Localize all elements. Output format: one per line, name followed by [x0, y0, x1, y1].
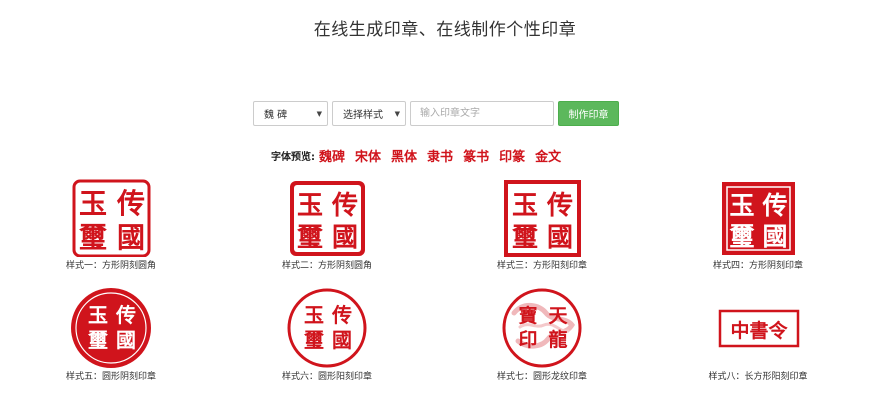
seal-char: 國 [332, 328, 352, 352]
font-sample-yinzhuan[interactable]: 印篆 [499, 146, 525, 165]
seal-char: 玉 [297, 191, 323, 221]
seal-caption: 样式三：方形阳刻印章 [496, 261, 587, 271]
seal-style-3[interactable]: 传 國 玉 璽 样式三：方形阳刻印章 [462, 172, 622, 282]
round-dragon-seal-image: 天 龍 寶 印 [502, 288, 582, 368]
make-seal-button[interactable]: 制作印章 [558, 101, 619, 126]
seal-char: 龍 [548, 328, 567, 351]
seal-char: 传 [331, 303, 352, 327]
seal-char: 玉 [304, 303, 324, 327]
font-preview-label: 字体预览: [271, 151, 315, 163]
seal-char: 國 [117, 221, 145, 254]
seal-char: 璽 [729, 222, 754, 251]
seal-caption: 样式七：圆形龙纹印章 [496, 372, 587, 382]
seal-char: 印 [518, 329, 537, 351]
seal-char: 传 [331, 191, 358, 221]
seal-char: 璽 [303, 328, 324, 352]
seal-char: 寶 [518, 304, 537, 327]
style-select-value: 选择样式 [343, 110, 383, 121]
seal-caption: 样式一：方形阴刻圆角 [65, 261, 156, 271]
square-rounded-seal-image: 传 國 玉 璽 [290, 181, 365, 256]
seal-char: 传 [116, 187, 145, 220]
round-relief-seal-image: 传 國 玉 璽 [287, 288, 367, 368]
seal-char: 璽 [512, 223, 538, 253]
font-preview: 字体预览: 魏碑 宋体 黑体 隶书 篆书 印篆 金文 [271, 145, 571, 165]
seal-char: 國 [332, 223, 358, 253]
seal-text-input[interactable] [410, 101, 554, 126]
seal-caption: 样式四：方形阴刻印章 [712, 261, 803, 271]
font-sample-lishu[interactable]: 隶书 [427, 146, 453, 165]
seal-style-8[interactable]: 中書令 样式八：长方形阳刻印章 [678, 283, 838, 393]
seal-char: 传 [115, 303, 136, 327]
page-title: 在线生成印章、在线制作个性印章 [313, 20, 577, 40]
font-sample-weibei[interactable]: 魏碑 [319, 146, 345, 165]
seal-char: 國 [762, 222, 787, 251]
seal-char: 传 [761, 191, 787, 220]
font-sample-songti[interactable]: 宋体 [355, 146, 381, 165]
square-rounded-seal-image: 传 國 玉 璽 [72, 179, 151, 257]
seal-char: 传 [546, 191, 573, 221]
seal-style-6[interactable]: 传 國 玉 璽 样式六：圆形阳刻印章 [247, 283, 407, 393]
seal-char: 玉 [512, 191, 538, 221]
seal-caption: 样式五：圆形阴刻印章 [65, 372, 156, 382]
square-intaglio-seal-image: 传 國 玉 璽 [722, 182, 795, 255]
seal-style-4[interactable]: 传 國 玉 璽 样式四：方形阴刻印章 [678, 172, 838, 282]
seal-char: 國 [547, 223, 573, 253]
seal-style-7[interactable]: 天 龍 寶 印 样式七：圆形龙纹印章 [462, 283, 622, 393]
chevron-down-icon: ▼ [394, 109, 400, 118]
style-select[interactable]: 选择样式 ▼ [332, 101, 406, 126]
seal-char: 玉 [88, 303, 108, 327]
seal-style-2[interactable]: 传 國 玉 璽 样式二：方形阴刻圆角 [247, 172, 407, 282]
seal-toolbar: 魏 碑 ▼ 选择样式 ▼ 制作印章 [253, 101, 619, 126]
seal-char: 璽 [87, 328, 108, 352]
seal-caption: 样式八：长方形阳刻印章 [708, 372, 808, 382]
font-select[interactable]: 魏 碑 ▼ [253, 101, 328, 126]
font-sample-zhuanshu[interactable]: 篆书 [463, 146, 489, 165]
font-sample-heiti[interactable]: 黑体 [391, 146, 417, 165]
font-sample-jinwen[interactable]: 金文 [535, 146, 561, 165]
seal-style-5[interactable]: 传 國 玉 璽 样式五：圆形阴刻印章 [31, 283, 191, 393]
rectangle-relief-seal-image: 中書令 [718, 309, 800, 348]
seal-char: 玉 [79, 187, 107, 220]
font-select-value: 魏 碑 [264, 110, 288, 121]
seal-char: 璽 [79, 221, 107, 254]
chevron-down-icon: ▼ [316, 109, 322, 118]
seal-caption: 样式二：方形阴刻圆角 [281, 261, 372, 271]
round-intaglio-seal-image: 传 國 玉 璽 [71, 288, 151, 368]
seal-char: 璽 [297, 223, 323, 253]
seal-char: 天 [548, 305, 568, 327]
seal-char: 玉 [729, 191, 754, 220]
seal-caption: 样式六：圆形阳刻印章 [281, 372, 372, 382]
square-relief-seal-image: 传 國 玉 璽 [504, 180, 581, 257]
seal-style-1[interactable]: 传 國 玉 璽 样式一：方形阴刻圆角 [31, 172, 191, 282]
seal-text: 中書令 [730, 319, 788, 342]
seal-char: 國 [116, 328, 136, 352]
